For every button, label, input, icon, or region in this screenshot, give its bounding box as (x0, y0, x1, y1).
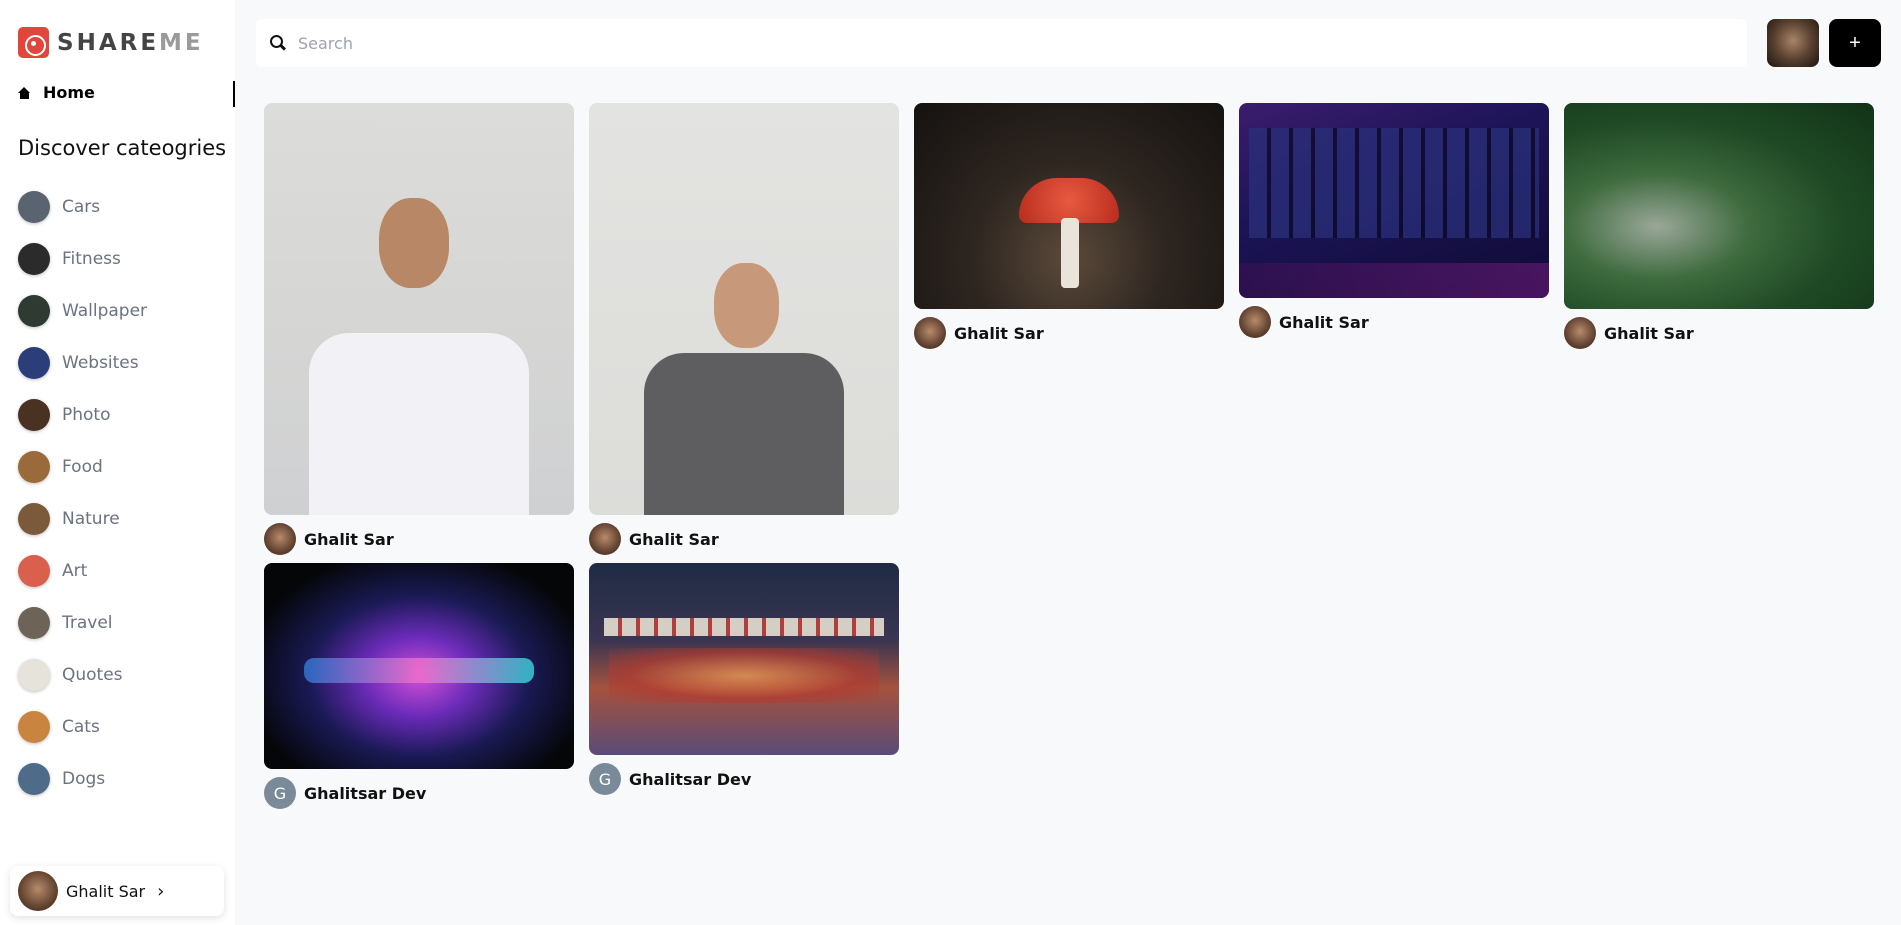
category-label: Photo (62, 405, 111, 425)
pin-image[interactable] (264, 563, 574, 769)
pin-image[interactable] (1239, 103, 1549, 298)
search-bar[interactable] (256, 19, 1747, 67)
camera-logo-icon (18, 27, 49, 58)
category-avatar (18, 243, 50, 275)
pin-image[interactable] (589, 563, 899, 755)
pin-card[interactable]: Ghalit Sar (264, 103, 574, 555)
category-label: Dogs (62, 769, 106, 789)
category-label: Cats (62, 717, 100, 737)
chevron-right-icon: › (157, 880, 165, 902)
category-avatar (18, 659, 50, 691)
sidebar-item-art[interactable]: Art (18, 545, 147, 597)
category-label: Cars (62, 197, 101, 217)
category-label: Food (62, 457, 103, 477)
add-pin-button[interactable]: + (1829, 19, 1881, 67)
pin-card[interactable]: Ghalit Sar (589, 103, 899, 555)
sidebar-item-food[interactable]: Food (18, 441, 147, 493)
pin-author-name: Ghalit Sar (1604, 323, 1694, 343)
sidebar-item-nature[interactable]: Nature (18, 493, 147, 545)
pin-card[interactable]: Ghalit Sar (1564, 103, 1874, 349)
pin-author[interactable]: G Ghalitsar Dev (264, 777, 574, 809)
sidebar-item-photo[interactable]: Photo (18, 389, 147, 441)
sidebar-item-label: Home (43, 83, 95, 102)
avatar (1239, 306, 1271, 338)
category-avatar (18, 191, 50, 223)
sidebar-item-cats[interactable]: Cats (18, 701, 147, 753)
profile-name: Ghalit Sar (66, 881, 146, 901)
pin-image[interactable] (1564, 103, 1874, 309)
pin-author-name: Ghalit Sar (1279, 312, 1369, 332)
pin-author[interactable]: G Ghalitsar Dev (589, 763, 899, 795)
category-avatar (18, 295, 50, 327)
sidebar-item-dogs[interactable]: Dogs (18, 753, 147, 805)
pin-author[interactable]: Ghalit Sar (589, 523, 899, 555)
pin-author-name: Ghalit Sar (629, 529, 719, 549)
pin-author-name: Ghalitsar Dev (629, 769, 752, 789)
category-label: Travel (62, 613, 113, 633)
avatar (264, 523, 296, 555)
logo-text: SHAREME (57, 29, 204, 56)
home-icon (18, 86, 31, 99)
pin-author[interactable]: Ghalit Sar (1564, 317, 1874, 349)
pin-card[interactable]: Ghalit Sar (914, 103, 1224, 349)
sidebar-item-fitness[interactable]: Fitness (18, 233, 147, 285)
category-avatar (18, 503, 50, 535)
category-avatar (18, 347, 50, 379)
pin-author-name: Ghalitsar Dev (304, 783, 427, 803)
pin-card[interactable]: G Ghalitsar Dev (264, 563, 574, 809)
pin-author-name: Ghalit Sar (304, 529, 394, 549)
sidebar-item-wallpaper[interactable]: Wallpaper (18, 285, 147, 337)
sidebar-item-cars[interactable]: Cars (18, 181, 147, 233)
avatar (1564, 317, 1596, 349)
pin-image[interactable] (589, 103, 899, 515)
pin-image[interactable] (264, 103, 574, 515)
sidebar-item-websites[interactable]: Websites (18, 337, 147, 389)
category-avatar (18, 607, 50, 639)
user-avatar-button[interactable] (1767, 19, 1819, 67)
category-label: Wallpaper (62, 301, 148, 321)
category-label: Websites (62, 353, 139, 373)
search-icon (270, 35, 286, 51)
category-avatar (18, 399, 50, 431)
active-indicator (233, 81, 235, 107)
discover-categories-heading: Discover cateogries (18, 136, 227, 160)
pin-author[interactable]: Ghalit Sar (914, 317, 1224, 349)
pin-image[interactable] (914, 103, 1224, 309)
pin-author[interactable]: Ghalit Sar (264, 523, 574, 555)
pin-card[interactable]: G Ghalitsar Dev (589, 563, 899, 795)
category-avatar (18, 451, 50, 483)
avatar (914, 317, 946, 349)
sidebar-item-travel[interactable]: Travel (18, 597, 147, 649)
pin-author-name: Ghalit Sar (954, 323, 1044, 343)
pin-card[interactable]: Ghalit Sar (1239, 103, 1549, 338)
category-avatar (18, 763, 50, 795)
category-avatar (18, 711, 50, 743)
sidebar-item-quotes[interactable]: Quotes (18, 649, 147, 701)
category-label: Nature (62, 509, 120, 529)
avatar (18, 871, 58, 911)
sidebar: SHAREME Home Discover cateogries Cars Fi… (0, 0, 235, 925)
avatar: G (264, 777, 296, 809)
avatar: G (589, 763, 621, 795)
category-avatar (18, 555, 50, 587)
app-logo[interactable]: SHAREME (18, 27, 204, 58)
user-profile-link[interactable]: Ghalit Sar › (10, 866, 224, 916)
search-input[interactable] (298, 33, 1698, 53)
pin-author[interactable]: Ghalit Sar (1239, 306, 1549, 338)
category-label: Quotes (62, 665, 123, 685)
sidebar-item-home[interactable]: Home (18, 83, 95, 102)
category-label: Art (62, 561, 88, 581)
category-list: Cars Fitness Wallpaper Websites Photo Fo… (18, 181, 147, 805)
category-label: Fitness (62, 249, 121, 269)
avatar (589, 523, 621, 555)
